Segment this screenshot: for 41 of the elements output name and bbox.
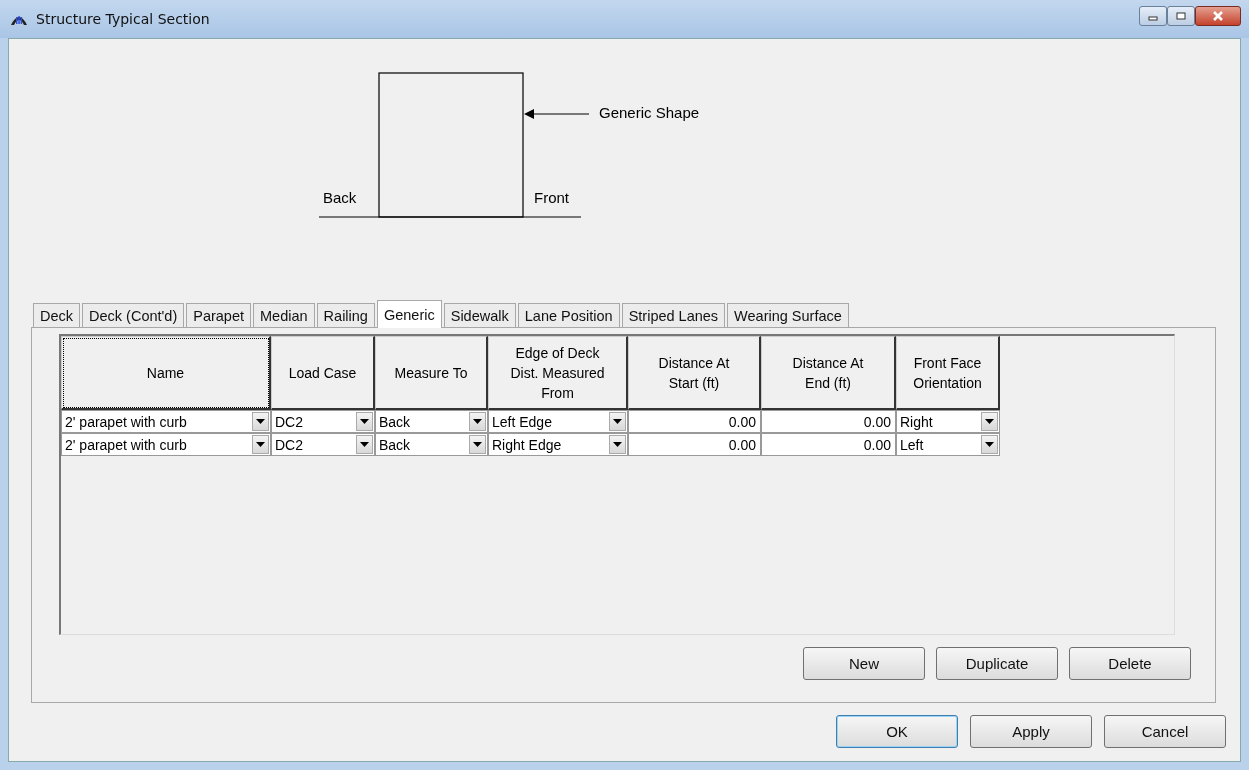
window-title: Structure Typical Section [36, 11, 210, 27]
tab[interactable]: Lane Position [517, 303, 620, 327]
maximize-button[interactable] [1167, 6, 1195, 26]
dropdown-cell[interactable]: DC2 [271, 410, 375, 433]
dropdown-cell[interactable]: Left Edge [488, 410, 628, 433]
dialog-button[interactable]: Cancel [1104, 715, 1226, 748]
number-cell[interactable]: 0.00 [761, 410, 896, 433]
tab[interactable]: Median [253, 303, 315, 327]
tab[interactable]: Wearing Surface [727, 303, 849, 327]
tab[interactable]: Parapet [186, 303, 252, 327]
close-icon [1211, 11, 1225, 21]
dialog-button[interactable]: OK [836, 715, 958, 748]
back-label: Back [323, 189, 357, 206]
column-header[interactable]: Name [61, 336, 271, 410]
dialog-button[interactable]: Apply [970, 715, 1092, 748]
number-cell[interactable]: 0.00 [761, 433, 896, 456]
dropdown-cell[interactable]: Right [896, 410, 1000, 433]
dropdown-cell[interactable]: Left [896, 433, 1000, 456]
front-label: Front [534, 189, 569, 206]
dropdown-cell[interactable]: 2' parapet with curb [61, 410, 271, 433]
panel-button[interactable]: New [803, 647, 925, 680]
dropdown-cell[interactable]: 2' parapet with curb [61, 433, 271, 456]
number-cell[interactable]: 0.00 [628, 410, 761, 433]
tab[interactable]: Generic [376, 300, 442, 328]
shape-label: Generic Shape [599, 104, 700, 121]
tab[interactable]: Striped Lanes [621, 303, 726, 327]
tab[interactable]: Railing [316, 303, 375, 327]
tab[interactable]: Deck [33, 303, 81, 327]
leader-line [524, 109, 590, 119]
close-button[interactable] [1195, 6, 1241, 26]
panel-button[interactable]: Delete [1069, 647, 1191, 680]
panel-button[interactable]: Duplicate [936, 647, 1058, 680]
dropdown-cell[interactable]: Right Edge [488, 433, 628, 456]
tab[interactable]: Deck (Cont'd) [82, 303, 185, 327]
dropdown-cell[interactable]: DC2 [271, 433, 375, 456]
dropdown-cell[interactable]: Back [375, 433, 488, 456]
dropdown-cell[interactable]: Back [375, 410, 488, 433]
maximize-icon [1175, 11, 1187, 21]
minimize-button[interactable] [1139, 6, 1167, 26]
tab[interactable]: Sidewalk [443, 303, 516, 327]
number-cell[interactable]: 0.00 [628, 433, 761, 456]
